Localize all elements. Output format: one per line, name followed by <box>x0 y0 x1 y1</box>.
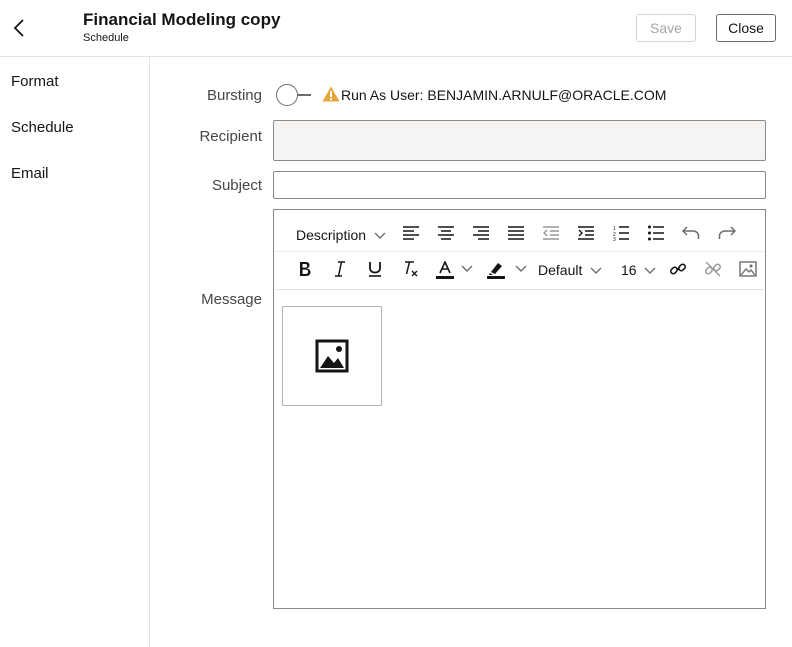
header-bar: Financial Modeling copy Schedule Save Cl… <box>0 0 792 57</box>
justify-button[interactable] <box>506 223 526 243</box>
font-size-select[interactable]: 16 <box>621 262 656 278</box>
run-as-user-text: Run As User: BENJAMIN.ARNULF@ORACLE.COM <box>341 87 667 103</box>
warning-icon <box>322 86 340 102</box>
save-button[interactable]: Save <box>636 14 696 42</box>
italic-icon <box>335 261 345 277</box>
redo-icon <box>718 226 736 239</box>
link-button[interactable] <box>668 259 688 279</box>
highlight-color-button[interactable] <box>486 259 506 281</box>
font-family-select[interactable]: Default <box>538 262 602 278</box>
align-center-icon <box>438 226 454 240</box>
insert-image-button[interactable] <box>738 259 758 279</box>
page-title: Financial Modeling copy <box>83 10 281 29</box>
insert-image-icon <box>739 261 757 277</box>
highlight-color-icon <box>487 263 505 279</box>
bold-button[interactable] <box>295 259 315 279</box>
font-color-button[interactable] <box>435 259 455 281</box>
editor-toolbar: Description 123 Default 16 <box>275 211 764 290</box>
outdent-button[interactable] <box>541 223 561 243</box>
indent-icon <box>578 226 594 240</box>
font-color-dropdown[interactable] <box>461 263 473 275</box>
chevron-down-icon <box>461 265 473 272</box>
clear-format-button[interactable] <box>400 259 420 279</box>
unlink-icon <box>705 261 721 277</box>
bursting-label: Bursting <box>206 87 262 104</box>
recipient-field[interactable] <box>273 120 766 161</box>
bullet-list-button[interactable] <box>646 223 666 243</box>
close-button[interactable]: Close <box>716 14 776 42</box>
chevron-down-icon <box>590 267 602 274</box>
redo-button[interactable] <box>717 223 737 243</box>
align-left-icon <box>403 226 419 240</box>
chevron-down-icon <box>374 232 386 239</box>
page-subtitle: Schedule <box>83 32 129 44</box>
image-placeholder[interactable] <box>282 306 382 406</box>
numbered-list-button[interactable]: 123 <box>611 223 631 243</box>
outdent-icon <box>543 226 559 240</box>
align-center-button[interactable] <box>436 223 456 243</box>
highlight-color-dropdown[interactable] <box>515 263 527 275</box>
link-icon <box>669 263 687 275</box>
font-size-value: 16 <box>621 262 637 278</box>
back-button[interactable] <box>8 16 30 40</box>
underline-button[interactable] <box>365 259 385 279</box>
unlink-button[interactable] <box>703 259 723 279</box>
paragraph-style-select[interactable]: Description <box>296 227 386 243</box>
bullet-list-icon <box>648 225 664 241</box>
bold-icon <box>300 262 311 276</box>
message-editor[interactable]: Description 123 Default 16 <box>273 209 766 609</box>
align-right-icon <box>473 226 489 240</box>
underline-icon <box>369 262 381 277</box>
chevron-left-icon <box>13 19 24 37</box>
align-left-button[interactable] <box>401 223 421 243</box>
subject-field[interactable] <box>273 171 766 199</box>
recipient-label: Recipient <box>199 128 262 145</box>
bursting-toggle[interactable] <box>276 84 311 106</box>
sidebar: Format Schedule Email <box>0 57 150 647</box>
toggle-knob <box>276 84 298 106</box>
clear-format-icon <box>405 261 418 277</box>
subject-label: Subject <box>211 177 262 194</box>
font-color-icon <box>436 261 454 279</box>
toolbar-divider <box>275 251 764 252</box>
italic-button[interactable] <box>330 259 350 279</box>
message-label: Message <box>201 291 262 308</box>
indent-button[interactable] <box>576 223 596 243</box>
sidebar-item-schedule[interactable]: Schedule <box>11 119 74 136</box>
svg-text:3: 3 <box>613 237 616 241</box>
numbered-list-icon: 123 <box>613 226 629 241</box>
undo-button[interactable] <box>681 223 701 243</box>
chevron-down-icon <box>644 267 656 274</box>
font-family-value: Default <box>538 262 583 278</box>
sidebar-item-email[interactable]: Email <box>11 165 49 182</box>
chevron-down-icon <box>515 265 527 272</box>
justify-icon <box>508 226 524 240</box>
align-right-button[interactable] <box>471 223 491 243</box>
paragraph-style-value: Description <box>296 227 367 243</box>
undo-icon <box>682 226 700 239</box>
image-icon <box>315 339 349 373</box>
sidebar-item-format[interactable]: Format <box>11 73 59 90</box>
